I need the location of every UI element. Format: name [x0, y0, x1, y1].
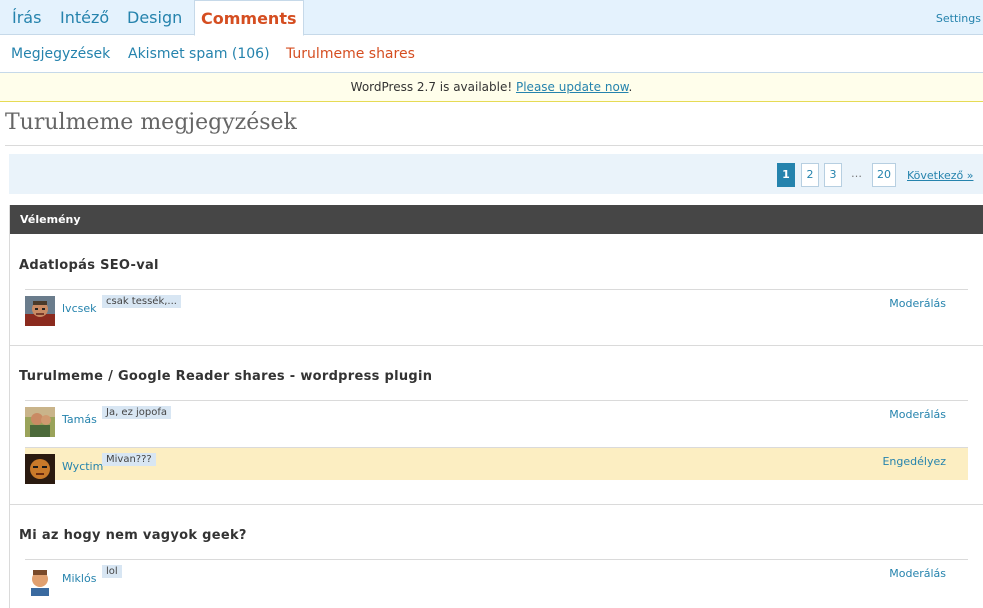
comment-author[interactable]: lvcsek — [62, 302, 96, 315]
update-notice: WordPress 2.7 is available! Please updat… — [0, 73, 983, 102]
subnav-megjegyzesek[interactable]: Megjegyzések — [11, 46, 110, 62]
comment-excerpt: csak tessék,... — [102, 295, 181, 308]
comment-row-pending: Wyctim Mivan??? Engedélyez — [25, 447, 968, 484]
update-link[interactable]: Please update now — [516, 80, 629, 94]
next-page-link[interactable]: Következő » — [907, 169, 973, 182]
table-header: Vélemény — [10, 205, 983, 234]
avatar — [25, 407, 55, 437]
comment-author[interactable]: Wyctim — [62, 460, 103, 473]
page-2[interactable]: 2 — [801, 163, 819, 187]
page-title: Turulmeme megjegyzések — [5, 110, 297, 135]
subnav-turulmeme-shares[interactable]: Turulmeme shares — [286, 46, 415, 62]
comment-row: Tamás Ja, ez jopofa Moderálás — [25, 400, 968, 447]
notice-text: WordPress 2.7 is available! — [350, 80, 516, 94]
moderate-link[interactable]: Moderálás — [889, 408, 946, 421]
moderate-link[interactable]: Moderálás — [889, 297, 946, 310]
comment-row: Miklós lol Moderálás — [25, 559, 968, 608]
title-divider — [5, 145, 983, 146]
moderate-link[interactable]: Moderálás — [889, 567, 946, 580]
page-20[interactable]: 20 — [872, 163, 896, 187]
settings-link[interactable]: Settings — [936, 12, 981, 25]
post-title: Adatlopás SEO-val — [19, 258, 159, 273]
subnav-akismet-spam[interactable]: Akismet spam (106) — [128, 46, 270, 62]
avatar — [25, 296, 55, 326]
tab-iras[interactable]: Írás — [12, 0, 41, 35]
tab-intezo[interactable]: Intéző — [60, 0, 109, 35]
comment-excerpt: lol — [102, 565, 122, 578]
approve-link[interactable]: Engedélyez — [882, 455, 946, 468]
page-ellipsis: … — [851, 167, 862, 180]
notice-end: . — [628, 80, 633, 94]
page-3[interactable]: 3 — [824, 163, 842, 187]
pagination-bar: 1 2 3 … 20 Következő » — [9, 154, 983, 194]
comment-excerpt: Ja, ez jopofa — [102, 406, 172, 419]
sub-nav: Megjegyzések Akismet spam (106) Turulmem… — [0, 35, 983, 73]
comment-excerpt: Mivan??? — [102, 453, 156, 466]
post-title: Mi az hogy nem vagyok geek? — [19, 528, 247, 543]
avatar — [25, 566, 55, 596]
top-nav: Írás Intéző Design Comments Settings — [0, 0, 983, 36]
comment-row: lvcsek csak tessék,... Moderálás — [25, 289, 968, 335]
avatar — [25, 454, 55, 484]
post-title: Turulmeme / Google Reader shares - wordp… — [19, 369, 433, 384]
comment-author[interactable]: Tamás — [62, 413, 97, 426]
comment-author[interactable]: Miklós — [62, 572, 96, 585]
tab-design[interactable]: Design — [127, 0, 182, 35]
group-divider — [9, 504, 983, 505]
tab-comments[interactable]: Comments — [194, 0, 304, 36]
group-divider — [9, 345, 983, 346]
page-1[interactable]: 1 — [777, 163, 795, 187]
